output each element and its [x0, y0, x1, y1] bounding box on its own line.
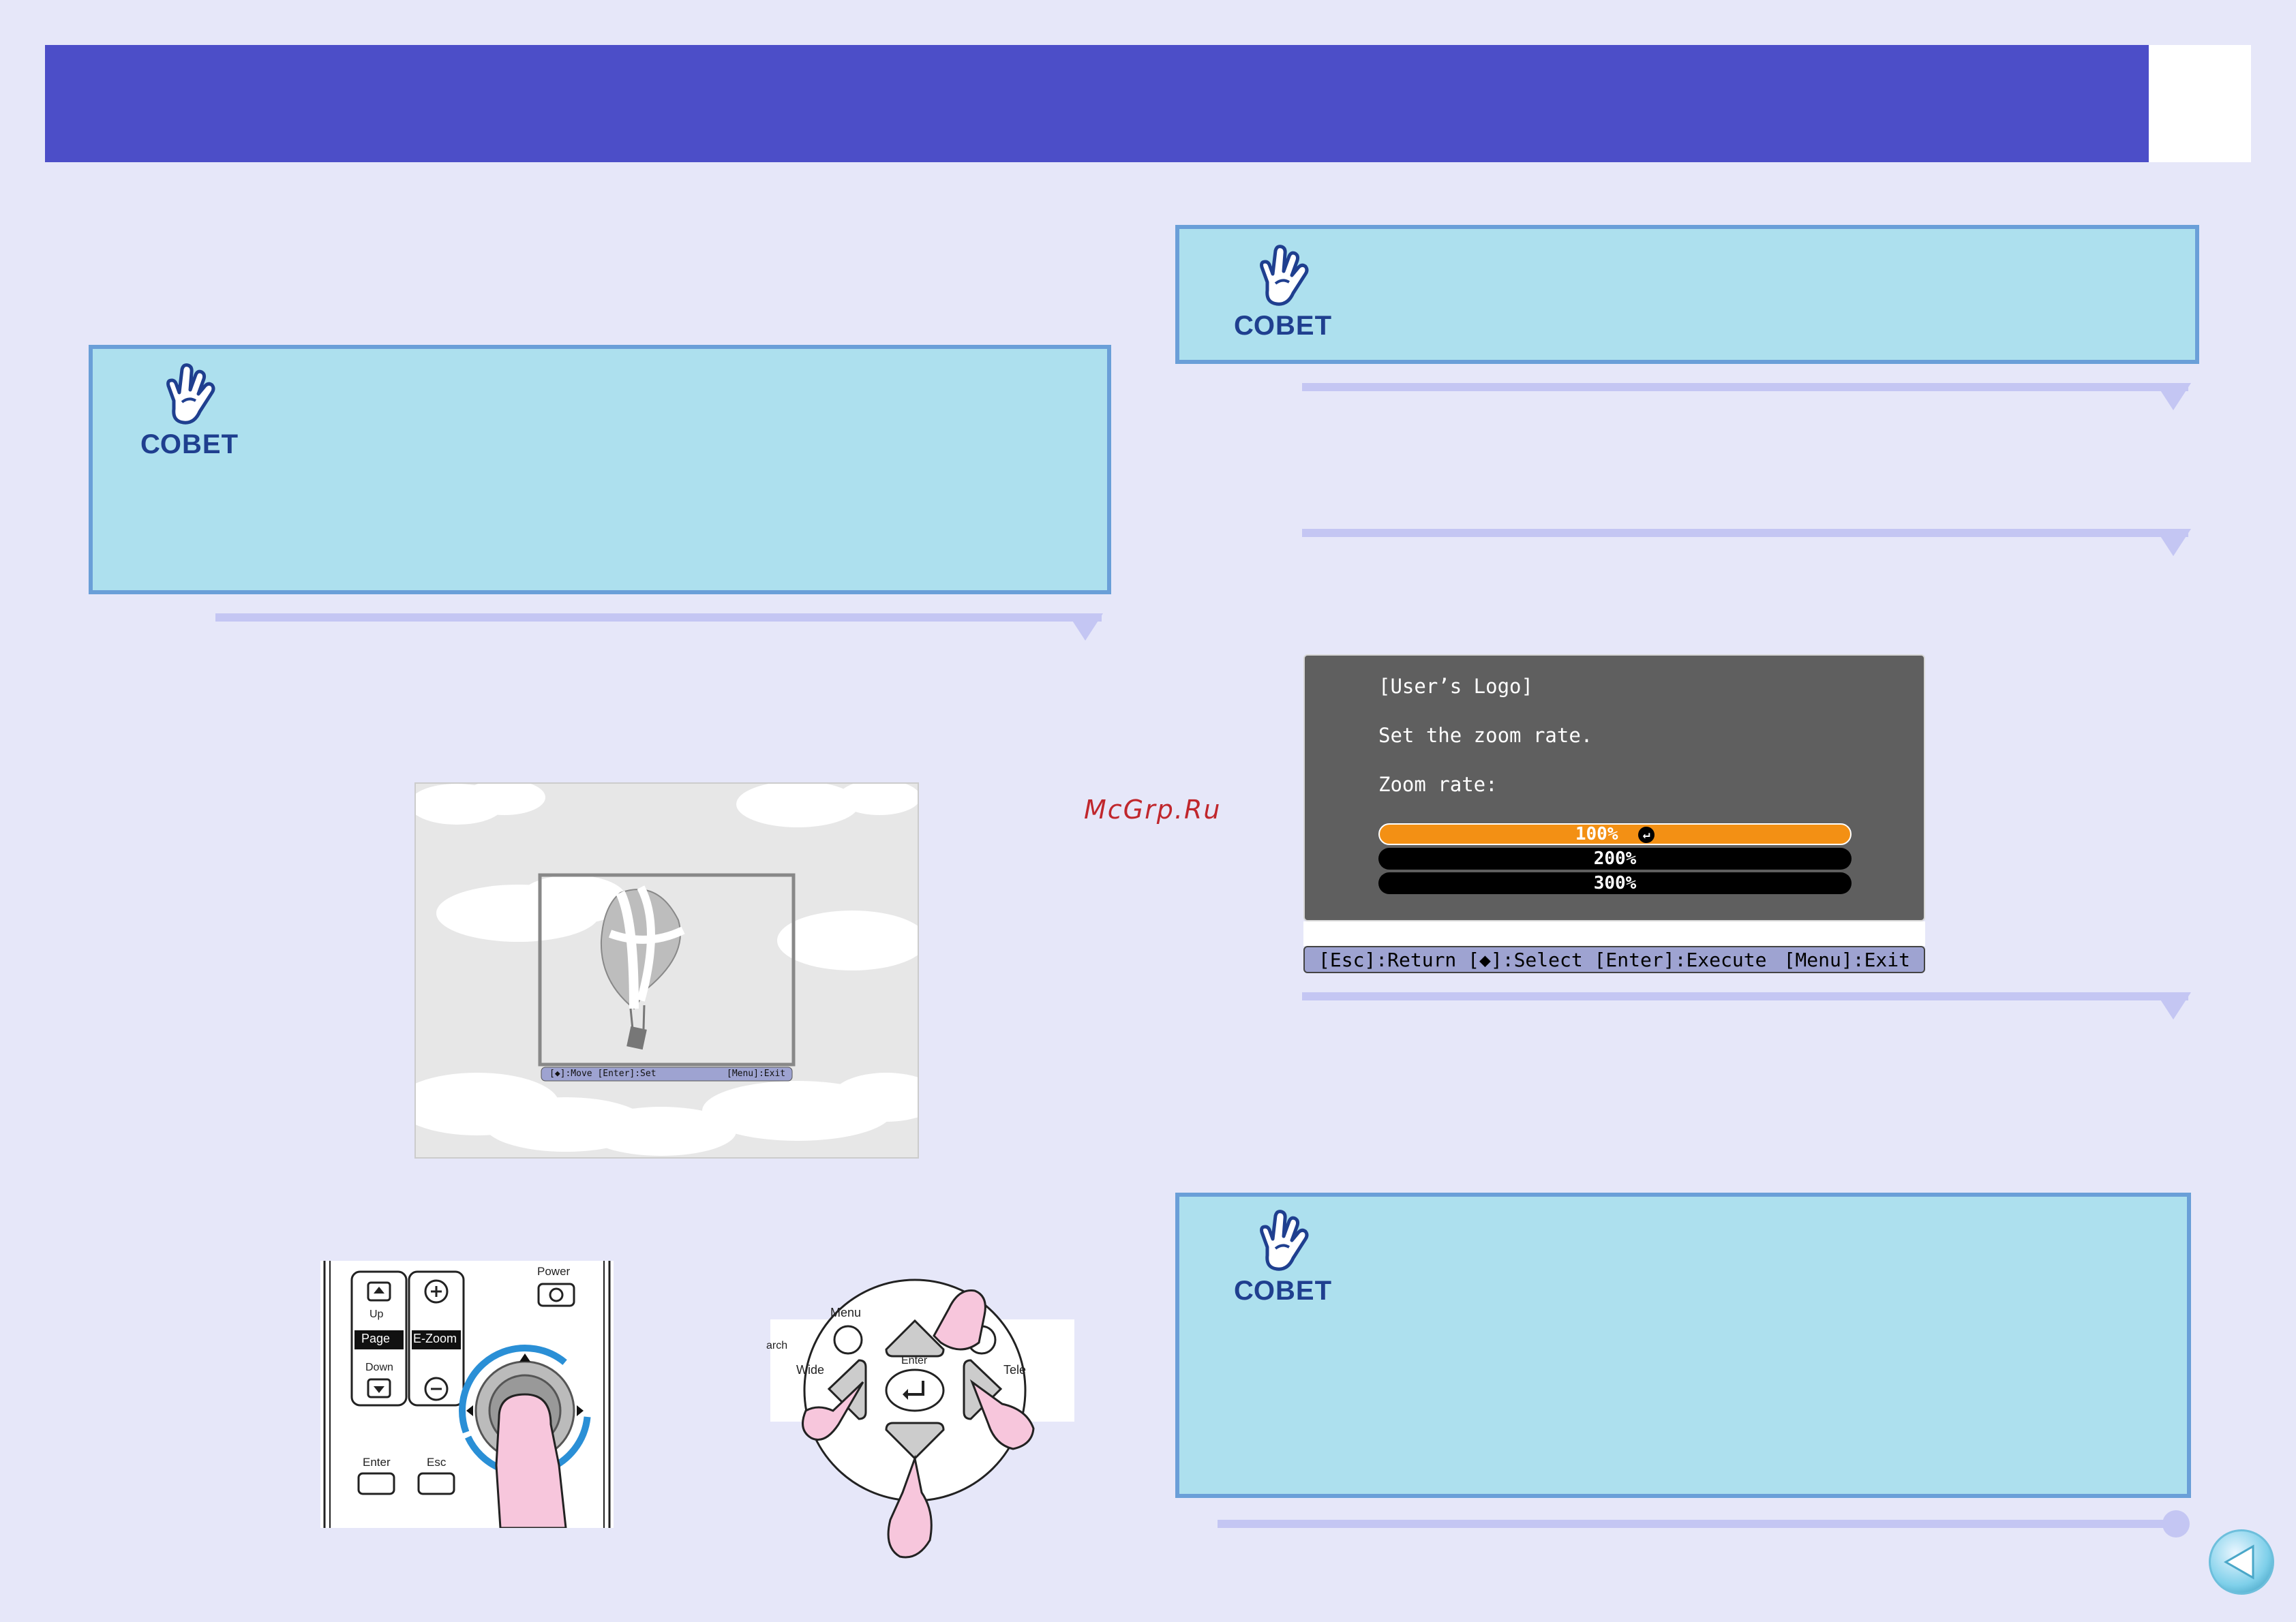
- section-end-rule: [1218, 1520, 2169, 1528]
- remote-ezoom-label: E-Zoom: [413, 1332, 457, 1345]
- zoom-option-label: 100%: [1575, 824, 1618, 844]
- tip-label: СОВЕТ: [1234, 1276, 1333, 1306]
- photo-help-left: [◆]:Move [Enter]:Set: [549, 1069, 656, 1079]
- pointing-hand-icon: [1260, 1210, 1309, 1271]
- zoom-option-100[interactable]: 100% ↵: [1378, 823, 1852, 845]
- balloon-screenshot: [◆]:Move [Enter]:Set [Menu]:Exit: [414, 782, 919, 1159]
- back-button[interactable]: [2209, 1529, 2274, 1595]
- enter-icon: ↵: [1638, 826, 1655, 843]
- arrow-left-icon: [2223, 1544, 2254, 1580]
- pointing-hand-icon: [1260, 245, 1309, 306]
- panel-search-label: arch: [766, 1340, 788, 1351]
- header-page-tab: [2149, 45, 2251, 162]
- pointing-hand-icon: [166, 363, 215, 425]
- photo-help-right: [Menu]:Exit: [727, 1069, 786, 1079]
- section-rule: [1302, 529, 2188, 537]
- osd-help-left: [Esc]:Return [◆]:Select [Enter]:Execute: [1318, 949, 1767, 971]
- section-rule-arrow: [2156, 992, 2191, 1020]
- zoom-option-label: 300%: [1593, 873, 1637, 893]
- osd-help-bar: [Esc]:Return [◆]:Select [Enter]:Execute …: [1303, 946, 1925, 973]
- tip-badge: СОВЕТ: [1234, 1208, 1332, 1306]
- osd-zoom-label: Zoom rate:: [1378, 773, 1498, 796]
- section-rule: [215, 613, 1102, 622]
- section-rule-arrow: [1068, 613, 1103, 641]
- remote-esc-label: Esc: [427, 1456, 447, 1469]
- panel-enter-label: Enter: [901, 1355, 928, 1366]
- osd-instruction: Set the zoom rate.: [1378, 724, 1593, 747]
- tip-box-right-top: СОВЕТ: [1175, 225, 2199, 364]
- remote-down-label: Down: [365, 1362, 393, 1373]
- sky-clouds-image: [416, 784, 918, 1157]
- remote-up-label: Up: [369, 1309, 384, 1320]
- panel-tele-label: Tele: [1003, 1363, 1027, 1377]
- osd-title: [User’s Logo]: [1378, 675, 1533, 698]
- panel-menu-label: Menu: [830, 1306, 862, 1319]
- remote-control-illustration: Up Page Down E-Zoom Power Enter Esc: [320, 1261, 614, 1528]
- zoom-option-300[interactable]: 300%: [1378, 872, 1852, 894]
- remote-power-label: Power: [537, 1265, 571, 1278]
- tip-box-right-bottom: СОВЕТ: [1175, 1193, 2191, 1498]
- watermark: McGrp.Ru: [1084, 795, 1222, 825]
- section-rule-arrow: [2156, 383, 2191, 410]
- tip-label: СОВЕТ: [140, 429, 239, 459]
- remote-enter-label: Enter: [363, 1456, 391, 1469]
- tip-label: СОВЕТ: [1234, 311, 1333, 341]
- panel-wide-label: Wide: [796, 1363, 825, 1377]
- section-rule: [1302, 383, 2188, 391]
- osd-zoom-menu: [User’s Logo] Set the zoom rate. Zoom ra…: [1303, 654, 1925, 921]
- osd-help-right: [Menu]:Exit: [1783, 949, 1910, 971]
- tip-box-left: СОВЕТ: [89, 345, 1111, 594]
- header-bar: [45, 45, 2149, 162]
- section-rule-arrow: [2156, 529, 2191, 556]
- section-rule: [1302, 992, 2188, 1000]
- zoom-option-200[interactable]: 200%: [1378, 848, 1852, 870]
- tip-badge: СОВЕТ: [140, 361, 239, 460]
- control-panel-illustration: Menu Wide Tele Enter arch: [757, 1240, 1084, 1574]
- osd-divider: [1303, 921, 1925, 946]
- tip-badge: СОВЕТ: [1234, 243, 1332, 341]
- zoom-option-label: 200%: [1593, 848, 1637, 869]
- section-end-dot: [2162, 1510, 2190, 1537]
- remote-page-label: Page: [361, 1332, 391, 1345]
